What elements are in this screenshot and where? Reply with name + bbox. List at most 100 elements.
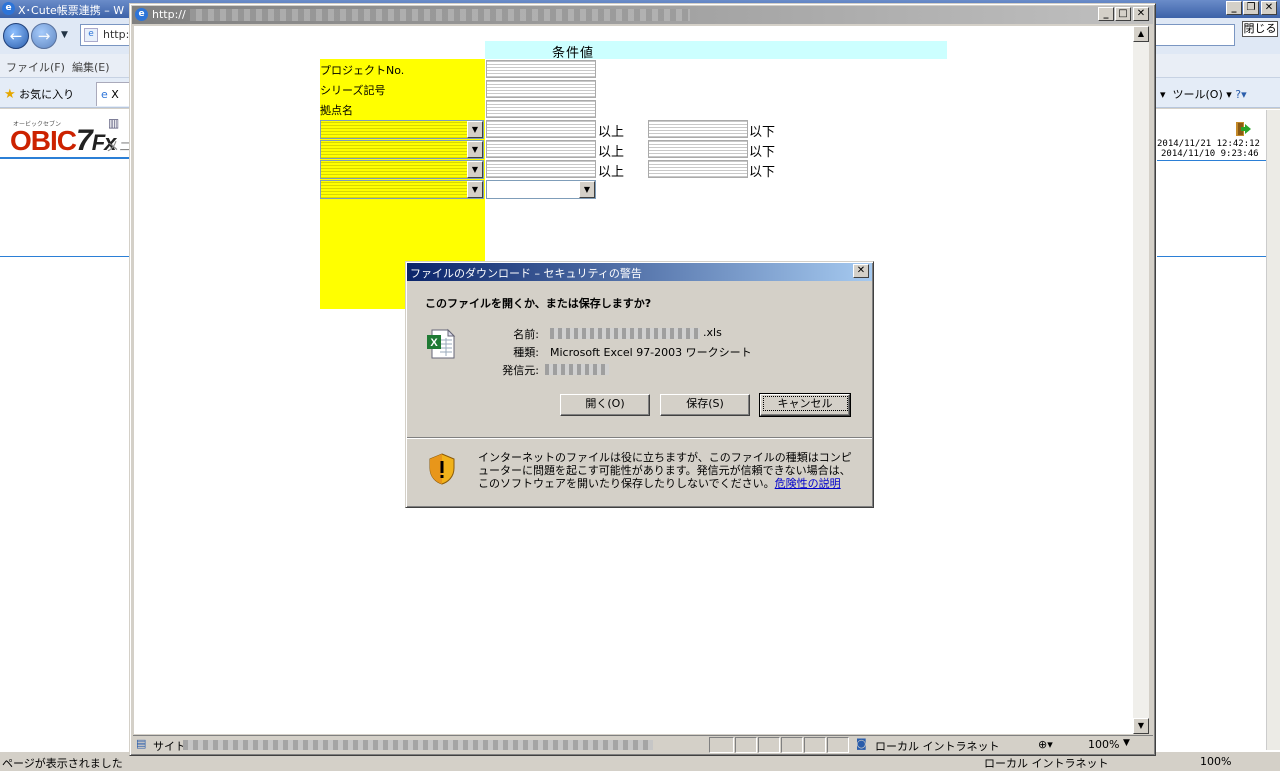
condition-select-2[interactable]: ▼ xyxy=(320,140,484,159)
zoom-level[interactable]: 100% xyxy=(1088,738,1119,751)
scroll-down-button[interactable]: ▼ xyxy=(1133,718,1149,734)
menu-file[interactable]: ファイル(F) xyxy=(6,59,65,75)
tab-ie-icon: e xyxy=(101,88,108,101)
popup-minimize-button[interactable]: _ xyxy=(1098,7,1114,21)
dialog-close-button[interactable]: ✕ xyxy=(853,264,869,278)
range-to-input-3[interactable] xyxy=(648,160,748,178)
status-site-label: サイト xyxy=(153,740,186,753)
label-series-code: シリーズ記号 xyxy=(320,84,386,97)
popup-scrollbar[interactable]: ▲ ▼ xyxy=(1133,26,1149,734)
status-cell xyxy=(781,737,803,753)
site-name-input[interactable] xyxy=(486,100,596,118)
chevron-down-icon: ▼ xyxy=(467,181,483,198)
redacted-site xyxy=(183,740,653,750)
divider xyxy=(1157,256,1280,257)
status-text: ページが表示されました xyxy=(2,757,123,770)
ie-icon: e xyxy=(135,8,148,21)
status-cell xyxy=(735,737,757,753)
status-cell xyxy=(709,737,734,753)
popup-status-bar: ▤ サイト ◙ ローカル イントラネット ⊕▾ 100% ▼ xyxy=(133,735,1153,754)
popup-maximize-button[interactable]: □ xyxy=(1115,7,1131,21)
label-project-no: プロジェクトNo. xyxy=(320,64,405,77)
divider xyxy=(407,438,872,439)
open-button[interactable]: 開く(O) xyxy=(560,394,650,416)
outer-window-title: X･Cute帳票連携 – W xyxy=(18,4,125,17)
file-type-value: Microsoft Excel 97-2003 ワークシート xyxy=(550,346,752,359)
range-from-input-2[interactable] xyxy=(486,140,596,158)
timestamp: 2014/11/21 12:42:12 xyxy=(1157,139,1260,149)
ie-icon: e xyxy=(2,2,15,15)
redacted-source xyxy=(545,364,609,375)
range-from-label: 以上 xyxy=(598,145,625,160)
source-label: 発信元: xyxy=(502,364,539,377)
condition-header: 条件値 xyxy=(485,41,947,61)
menu-edit[interactable]: 編集(E) xyxy=(72,59,110,75)
timestamp: 2014/11/10 9:23:46 xyxy=(1161,149,1259,159)
scroll-up-button[interactable]: ▲ xyxy=(1133,26,1149,42)
zone-label: ローカル イントラネット xyxy=(984,757,1109,770)
range-to-label: 以下 xyxy=(749,125,776,140)
range-from-input-3[interactable] xyxy=(486,160,596,178)
svg-text:X: X xyxy=(430,337,438,349)
label-site-name: 拠点名 xyxy=(320,104,353,117)
condition-select-3[interactable]: ▼ xyxy=(320,160,484,179)
file-extension: .xls xyxy=(703,326,722,339)
building-icon: ▥ xyxy=(108,116,120,130)
popup-close-button[interactable]: ✕ xyxy=(1133,7,1149,21)
back-icon[interactable]: ← xyxy=(3,23,29,49)
project-no-input[interactable] xyxy=(486,60,596,78)
dialog-title: ファイルのダウンロード – セキュリティの警告 xyxy=(410,267,642,280)
divider xyxy=(0,157,130,159)
popup-url: http:// xyxy=(152,8,186,21)
excel-file-icon: X xyxy=(427,328,456,359)
risk-explanation-link[interactable]: 危険性の説明 xyxy=(775,477,841,490)
range-to-input-2[interactable] xyxy=(648,140,748,158)
dialog-question: このファイルを開くか、または保存しますか? xyxy=(425,297,652,310)
chevron-down-icon: ▼ xyxy=(579,181,595,198)
star-icon: ★ xyxy=(4,87,16,102)
file-name-label: 名前: xyxy=(513,328,539,341)
close-page-button[interactable]: 閉じる xyxy=(1242,21,1278,37)
close-window-button[interactable]: ✕ xyxy=(1261,1,1277,15)
series-code-input[interactable] xyxy=(486,80,596,98)
security-warning: インターネットのファイルは役に立ちますが、このファイルの種類はコンピューターに問… xyxy=(478,451,852,490)
chevron-down-icon: ▼ xyxy=(467,121,483,138)
save-button[interactable]: 保存(S) xyxy=(660,394,750,416)
redacted-url xyxy=(190,9,690,21)
zoom-level[interactable]: 100% xyxy=(1200,755,1231,768)
page-icon: e xyxy=(84,28,98,42)
range-from-input-1[interactable] xyxy=(486,120,596,138)
chevron-down-icon: ▼ xyxy=(467,161,483,178)
range-from-label: 以上 xyxy=(598,125,625,140)
file-type-label: 種類: xyxy=(513,346,539,359)
value-select[interactable]: ▼ xyxy=(486,180,596,199)
restore-button[interactable]: ❐ xyxy=(1243,1,1259,15)
intranet-icon: ◙ xyxy=(856,737,867,750)
outer-search-box[interactable] xyxy=(1155,24,1235,46)
zoom-dropdown-icon[interactable]: ▼ xyxy=(1123,738,1130,748)
page-icon: ▤ xyxy=(136,737,147,750)
divider xyxy=(1157,160,1280,161)
divider xyxy=(0,256,130,257)
redacted-file-name xyxy=(550,328,700,339)
forward-icon[interactable]: → xyxy=(31,23,57,49)
help-icon[interactable]: ?▾ xyxy=(1235,88,1246,101)
status-cell xyxy=(758,737,780,753)
obic7-logo: オービックセブン OBIC7Fx xyxy=(10,121,116,157)
dialog-title-bar: ファイルのダウンロード – セキュリティの警告 xyxy=(407,263,872,281)
history-dropdown-icon[interactable]: ▼ xyxy=(61,30,68,40)
protected-mode-icon[interactable]: ⊕▾ xyxy=(1038,738,1053,751)
range-to-label: 以下 xyxy=(749,165,776,180)
browser-tab[interactable]: e X xyxy=(96,82,132,106)
condition-select-4[interactable]: ▼ xyxy=(320,180,484,199)
range-to-input-1[interactable] xyxy=(648,120,748,138)
security-shield-icon xyxy=(429,453,455,485)
exit-icon[interactable] xyxy=(1234,120,1252,138)
condition-select-1[interactable]: ▼ xyxy=(320,120,484,139)
outer-scrollbar[interactable] xyxy=(1266,110,1280,750)
favorites-button[interactable]: ★ お気に入り xyxy=(4,86,74,102)
tools-menu[interactable]: ▾ ツール(O) ▾ ?▾ xyxy=(1160,86,1247,102)
status-cell xyxy=(827,737,849,753)
minimize-button[interactable]: _ xyxy=(1226,1,1242,15)
cancel-button[interactable]: キャンセル xyxy=(759,393,851,417)
